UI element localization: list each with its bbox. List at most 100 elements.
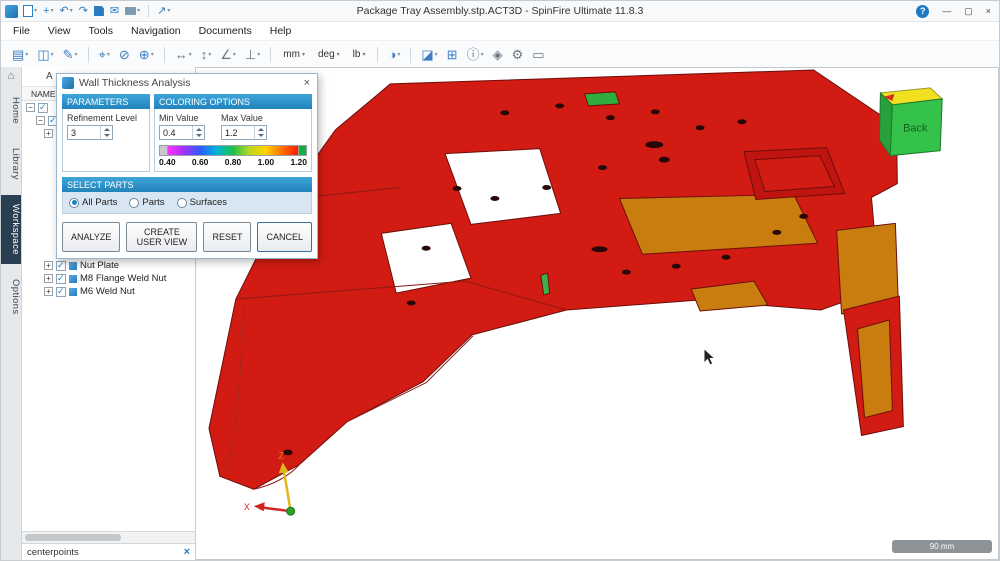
max-value-spinner[interactable]: 1.2: [221, 125, 267, 140]
minimize-button[interactable]: —: [942, 6, 951, 16]
menu-tools[interactable]: Tools: [80, 25, 123, 37]
axis-z-label: Z: [279, 450, 285, 460]
sidebar-tab-workspace[interactable]: Workspace: [1, 195, 21, 264]
document-icon: [23, 5, 33, 17]
separator: [148, 5, 149, 18]
part-icon: [69, 275, 77, 283]
menu-documents[interactable]: Documents: [190, 25, 261, 37]
compare-icon[interactable]: ⊞: [444, 45, 461, 65]
visibility-checkbox[interactable]: [56, 287, 66, 297]
max-value[interactable]: 1.2: [222, 126, 254, 139]
gradient-tick-labels: 0.40 0.60 0.80 1.00 1.20: [159, 157, 307, 167]
unit-mass-dropdown[interactable]: lb▾: [348, 49, 371, 60]
collapse-icon[interactable]: −: [36, 116, 45, 125]
refinement-spinner[interactable]: 3: [67, 125, 113, 140]
menu-help[interactable]: Help: [261, 25, 301, 37]
measure-height-icon[interactable]: ↕▾: [198, 45, 215, 65]
menu-file[interactable]: File: [4, 25, 39, 37]
axis-indicator-icon[interactable]: ◈: [490, 45, 506, 65]
radio-all-parts[interactable]: All Parts: [69, 197, 117, 208]
tree-row[interactable]: + M8 Flange Weld Nut: [22, 272, 195, 285]
new-document-button[interactable]: ▾: [22, 5, 38, 17]
menubar: File View Tools Navigation Documents Hel…: [1, 22, 999, 41]
refinement-value[interactable]: 3: [68, 126, 100, 139]
spin-down-icon[interactable]: [255, 133, 266, 140]
clear-filter-icon[interactable]: ×: [184, 546, 190, 558]
app-window: ▾ +▾ ↶▾ ↷ ✉ ▾ ↗▾ Package Tray Assembly.s…: [0, 0, 1000, 561]
expand-icon[interactable]: +: [44, 274, 53, 283]
horizontal-scrollbar[interactable]: [22, 531, 195, 543]
separator: [410, 47, 411, 63]
min-value[interactable]: 0.4: [160, 126, 192, 139]
annotate-icon[interactable]: ✎▾: [60, 45, 81, 65]
orientation-cube[interactable]: Back: [879, 88, 942, 156]
parameters-header: PARAMETERS: [62, 94, 150, 109]
side-tab-strip: ⌂ Home Library Workspace Options: [1, 67, 22, 560]
save-button[interactable]: [93, 6, 105, 16]
app-icon: [5, 5, 18, 18]
part-info-icon[interactable]: ⓘ▾: [464, 45, 487, 65]
tree-item-label: M8 Flange Weld Nut: [80, 273, 166, 284]
tree-row[interactable]: + M6 Weld Nut: [22, 285, 195, 298]
viewport-frame-icon[interactable]: ▭: [529, 45, 547, 65]
dialog-close-icon[interactable]: ×: [302, 77, 312, 89]
reset-button[interactable]: RESET: [203, 222, 251, 252]
expand-icon[interactable]: +: [44, 287, 53, 296]
select-tool-icon[interactable]: ⌖▾: [96, 45, 113, 65]
measure-distance-icon[interactable]: ↔▾: [172, 45, 195, 65]
radio-dot[interactable]: [69, 198, 79, 208]
radio-surfaces[interactable]: Surfaces: [177, 197, 228, 208]
close-button[interactable]: ×: [986, 6, 991, 16]
unit-length-dropdown[interactable]: mm▾: [278, 49, 310, 60]
min-value-spinner[interactable]: 0.4: [159, 125, 205, 140]
settings-gear-icon[interactable]: ⚙: [509, 45, 527, 65]
transform-part-icon[interactable]: ⊕▾: [136, 45, 157, 65]
sidebar-tab-home[interactable]: Home: [1, 88, 21, 133]
print-button[interactable]: ▾: [124, 7, 141, 15]
axis-x-label: X: [244, 502, 250, 512]
spin-down-icon[interactable]: [193, 133, 204, 140]
measure-angle-icon[interactable]: ∠▾: [217, 45, 239, 65]
min-value-label: Min Value: [159, 113, 205, 123]
tree-row[interactable]: + Nut Plate: [22, 259, 195, 272]
hide-parts-icon[interactable]: ⊘: [116, 45, 133, 65]
separator: [164, 47, 165, 63]
radio-dot[interactable]: [129, 198, 139, 208]
create-user-view-button[interactable]: CREATE USER VIEW: [126, 222, 197, 252]
visibility-checkbox[interactable]: [56, 274, 66, 284]
cancel-button[interactable]: CANCEL: [257, 222, 312, 252]
measure-perpendicular-icon[interactable]: ⊥▾: [242, 45, 263, 65]
analyze-button[interactable]: ANALYZE: [62, 222, 120, 252]
radio-parts[interactable]: Parts: [129, 197, 164, 208]
visibility-checkbox[interactable]: [38, 103, 48, 113]
sidebar-tab-options[interactable]: Options: [1, 270, 21, 324]
tree-filter[interactable]: centerpoints ×: [22, 543, 195, 560]
mail-icon: ✉: [110, 6, 119, 17]
help-button[interactable]: ?: [916, 5, 929, 18]
unit-angle-dropdown[interactable]: deg▾: [313, 49, 345, 60]
maximize-button[interactable]: ▢: [964, 6, 973, 17]
export-button[interactable]: ↗▾: [156, 6, 171, 17]
scrollbar-thumb[interactable]: [25, 534, 121, 541]
collapse-icon[interactable]: −: [26, 103, 35, 112]
email-button[interactable]: ✉: [109, 6, 120, 17]
max-value-label: Max Value: [221, 113, 267, 123]
snapshot-icon[interactable]: ◫▾: [34, 45, 56, 65]
radio-dot[interactable]: [177, 198, 187, 208]
cross-section-icon[interactable]: ◪▾: [418, 45, 440, 65]
menu-navigation[interactable]: Navigation: [122, 25, 190, 37]
spin-down-icon[interactable]: [101, 133, 112, 140]
redo-button[interactable]: ↷: [78, 6, 89, 17]
dialog-icon: [62, 77, 74, 89]
add-document-button[interactable]: +▾: [42, 6, 54, 17]
redo-icon: ↷: [79, 6, 88, 17]
expand-icon[interactable]: +: [44, 129, 53, 138]
expand-icon[interactable]: +: [44, 261, 53, 270]
sidebar-tab-library[interactable]: Library: [1, 139, 21, 189]
undo-button[interactable]: ↶▾: [58, 6, 73, 17]
markup-capture-icon[interactable]: ▤▾: [9, 45, 31, 65]
render-mode-icon[interactable]: ◑▾: [385, 45, 403, 65]
dialog-titlebar[interactable]: Wall Thickness Analysis ×: [57, 74, 317, 92]
menu-view[interactable]: View: [39, 25, 80, 37]
visibility-checkbox[interactable]: [56, 261, 66, 271]
